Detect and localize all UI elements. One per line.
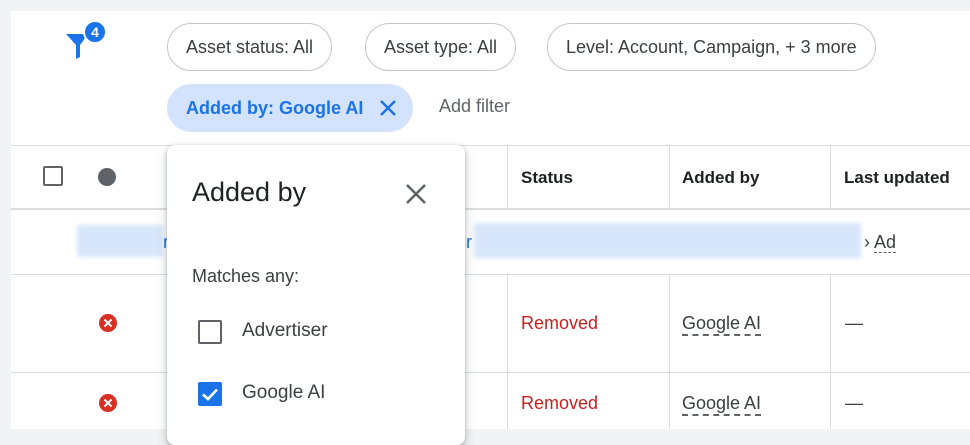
- removed-status-icon: [99, 394, 117, 412]
- advertiser-option-label[interactable]: Advertiser: [242, 320, 328, 342]
- column-header-last-updated[interactable]: Last updated: [844, 168, 950, 188]
- table-header-bottom-border: [11, 208, 970, 210]
- table-header-top-border: [11, 145, 970, 146]
- popup-title: Added by: [192, 177, 307, 207]
- check-icon: [202, 388, 218, 401]
- added-by-filter-popup: Added by Matches any: Advertiser Google …: [167, 145, 465, 445]
- column-divider: [507, 145, 508, 210]
- removed-status-icon: [99, 314, 117, 332]
- breadcrumb-ad-link[interactable]: › Ad: [864, 232, 897, 253]
- asset-status-filter-chip[interactable]: Asset status: All: [167, 23, 333, 71]
- status-dot-column-icon: [98, 168, 116, 186]
- added-by-filter-label: Added by: Google AI: [186, 97, 364, 118]
- column-header-added-by[interactable]: Added by: [682, 168, 759, 188]
- filter-count-badge: 4: [83, 20, 107, 44]
- google-ai-checkbox[interactable]: [198, 382, 222, 406]
- select-all-checkbox[interactable]: [43, 166, 63, 186]
- last-updated-cell: —: [845, 393, 863, 413]
- redacted-text: [474, 223, 861, 258]
- status-cell: Removed: [521, 313, 599, 333]
- breadcrumb-separator: ›: [864, 232, 870, 252]
- added-by-cell[interactable]: Google AI: [682, 392, 762, 416]
- column-divider: [830, 145, 831, 210]
- asset-type-filter-chip[interactable]: Asset type: All: [365, 23, 517, 71]
- column-divider: [507, 274, 508, 429]
- column-divider: [669, 274, 670, 429]
- remove-filter-icon[interactable]: [377, 97, 399, 119]
- redacted-text: [77, 225, 163, 257]
- redacted-link-fragment[interactable]: r: [466, 232, 472, 253]
- last-updated-cell: —: [845, 313, 863, 333]
- popup-subtitle: Matches any:: [192, 266, 300, 286]
- added-by-cell[interactable]: Google AI: [682, 312, 762, 336]
- close-icon[interactable]: [402, 180, 430, 208]
- column-divider: [669, 145, 670, 210]
- google-ai-option-label[interactable]: Google AI: [242, 382, 325, 404]
- assets-panel: [11, 11, 970, 429]
- advertiser-checkbox[interactable]: [198, 320, 222, 344]
- column-divider: [830, 274, 831, 429]
- added-by-filter-chip[interactable]: Added by: Google AI: [167, 84, 414, 132]
- row-divider: [11, 274, 970, 275]
- breadcrumb-ad-label[interactable]: Ad: [874, 232, 897, 253]
- row-divider: [11, 372, 970, 373]
- add-filter-button[interactable]: Add filter: [439, 96, 510, 117]
- level-filter-chip[interactable]: Level: Account, Campaign, + 3 more: [547, 23, 876, 71]
- column-header-status[interactable]: Status: [521, 168, 573, 188]
- status-cell: Removed: [521, 393, 599, 413]
